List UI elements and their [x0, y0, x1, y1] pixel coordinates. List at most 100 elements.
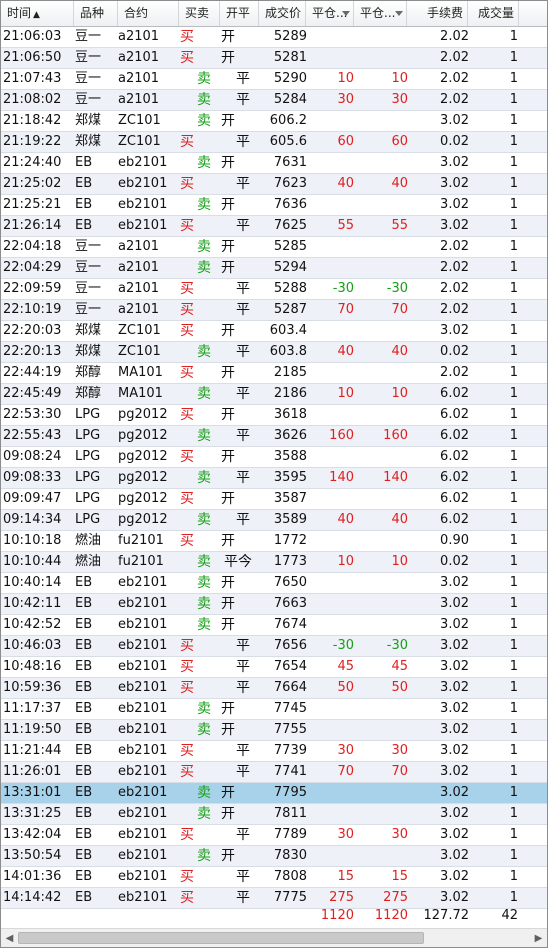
cell-price: 5290: [273, 71, 307, 86]
cell-time: 22:44:19: [3, 365, 62, 380]
table-row[interactable]: 13:31:01 EB eb2101 卖开 7795 3.02 1: [1, 783, 547, 804]
table-row[interactable]: 13:31:25 EB eb2101 卖开 7811 3.02 1: [1, 804, 547, 825]
cell-close-pnl-1: 160: [329, 428, 354, 443]
cell-fee: 6.02: [440, 491, 469, 506]
cell-close-pnl-1: [306, 615, 354, 635]
table-row[interactable]: 13:50:54 EB eb2101 卖开 7830 3.02 1: [1, 846, 547, 867]
table-row[interactable]: 10:10:18 燃油 fu2101 买 开 1772 0.90 1: [1, 531, 547, 552]
cell-product: LPG: [75, 512, 101, 527]
cell-price: 5289: [273, 29, 307, 44]
table-row[interactable]: 21:25:02 EB eb2101 买 平 7623 40 40 3.02 1: [1, 174, 547, 195]
table-row[interactable]: 21:06:50 豆一 a2101 买 开 5281 2.02 1: [1, 48, 547, 69]
cell-close-pnl-1: -30: [332, 281, 354, 296]
cell-close-pnl-2: 30: [391, 92, 408, 107]
cell-close-pnl-1: [306, 27, 354, 47]
cell-close-pnl-1: [306, 153, 354, 173]
table-row[interactable]: 22:09:59 豆一 a2101 买 平 5288 -30 -30 2.02 1: [1, 279, 547, 300]
table-row[interactable]: 09:14:34 LPG pg2012 卖 平 3589 40 40 6.02 1: [1, 510, 547, 531]
column-header-qty[interactable]: 成交量: [468, 1, 519, 26]
column-header-open-close[interactable]: 开平: [220, 1, 259, 26]
cell-close-pnl-2: 60: [391, 134, 408, 149]
cell-side: 买: [180, 638, 194, 654]
table-row[interactable]: 11:17:37 EB eb2101 卖开 7745 3.02 1: [1, 699, 547, 720]
cell-time: 21:19:22: [3, 134, 62, 149]
column-header-fee[interactable]: 手续费: [407, 1, 468, 26]
chevron-down-icon[interactable]: [395, 11, 403, 17]
table-row[interactable]: 22:53:30 LPG pg2012 买 开 3618 6.02 1: [1, 405, 547, 426]
cell-price: 7739: [273, 743, 307, 758]
table-row[interactable]: 13:42:04 EB eb2101 买 平 7789 30 30 3.02 1: [1, 825, 547, 846]
cell-product: 郑煤: [75, 113, 102, 128]
cell-time: 22:20:03: [3, 323, 62, 338]
column-header-side[interactable]: 买卖: [179, 1, 220, 26]
table-row[interactable]: 22:55:43 LPG pg2012 卖 平 3626 160 160 6.02 1: [1, 426, 547, 447]
table-row[interactable]: 10:42:52 EB eb2101 卖开 7674 3.02 1: [1, 615, 547, 636]
table-row[interactable]: 22:44:19 郑醇 MA101 买 开 2185 2.02 1: [1, 363, 547, 384]
column-header-close-pnl-2[interactable]: 平仓...: [354, 1, 407, 26]
cell-contract: eb2101: [118, 218, 168, 233]
table-row[interactable]: 09:08:24 LPG pg2012 买 开 3588 6.02 1: [1, 447, 547, 468]
cell-fee: 0.02: [440, 554, 469, 569]
table-row[interactable]: 22:20:13 郑煤 ZC101 卖 平 603.8 40 40 0.02 1: [1, 342, 547, 363]
table-row[interactable]: 11:21:44 EB eb2101 买 平 7739 30 30 3.02 1: [1, 741, 547, 762]
cell-close-pnl-1: 30: [337, 743, 354, 758]
cell-time: 10:46:03: [3, 638, 62, 653]
table-row[interactable]: 21:26:14 EB eb2101 买 平 7625 55 55 3.02 1: [1, 216, 547, 237]
arrow-right-icon[interactable]: ▶: [531, 931, 546, 946]
table-row[interactable]: 11:26:01 EB eb2101 买 平 7741 70 70 3.02 1: [1, 762, 547, 783]
cell-price: 7636: [273, 197, 307, 212]
cell-close-pnl-2: [354, 405, 408, 425]
cell-time: 09:08:24: [3, 449, 62, 464]
cell-close-pnl-2: 10: [391, 386, 408, 401]
chevron-down-icon[interactable]: [342, 11, 350, 17]
scrollbar-thumb[interactable]: [18, 932, 424, 944]
cell-price: 2185: [273, 365, 307, 380]
table-row[interactable]: 21:06:03 豆一 a2101 买 开 5289 2.02 1: [1, 27, 547, 48]
arrow-left-icon[interactable]: ◀: [2, 931, 17, 946]
table-row[interactable]: 10:59:36 EB eb2101 买 平 7664 50 50 3.02 1: [1, 678, 547, 699]
column-header-contract[interactable]: 合约: [118, 1, 179, 26]
table-row[interactable]: 14:01:36 EB eb2101 买 平 7808 15 15 3.02 1: [1, 867, 547, 888]
cell-qty: 1: [509, 596, 518, 611]
column-header-time[interactable]: 时间 ▲: [1, 1, 74, 26]
table-row[interactable]: 22:20:03 郑煤 ZC101 买 开 603.4 3.02 1: [1, 321, 547, 342]
table-row[interactable]: 21:08:02 豆一 a2101 卖 平 5284 30 30 2.02 1: [1, 90, 547, 111]
cell-close-pnl-1: [306, 321, 354, 341]
cell-contract: eb2101: [118, 764, 168, 779]
table-row[interactable]: 09:08:33 LPG pg2012 卖 平 3595 140 140 6.02 1: [1, 468, 547, 489]
column-header-close-pnl-1[interactable]: 平仓...: [306, 1, 354, 26]
column-header-price[interactable]: 成交价: [259, 1, 306, 26]
horizontal-scrollbar[interactable]: ◀ ▶: [1, 928, 547, 947]
table-row[interactable]: 21:25:21 EB eb2101 卖开 7636 3.02 1: [1, 195, 547, 216]
table-row[interactable]: 21:24:40 EB eb2101 卖开 7631 3.02 1: [1, 153, 547, 174]
cell-open-close: 平: [236, 218, 250, 234]
cell-contract: a2101: [118, 302, 160, 317]
table-row[interactable]: 22:45:49 郑醇 MA101 卖 平 2186 10 10 6.02 1: [1, 384, 547, 405]
table-row[interactable]: 21:07:43 豆一 a2101 卖 平 5290 10 10 2.02 1: [1, 69, 547, 90]
cell-side: 买: [180, 365, 194, 381]
cell-qty: 1: [509, 449, 518, 464]
table-row[interactable]: 21:18:42 郑煤 ZC101 卖开 606.2 3.02 1: [1, 111, 547, 132]
table-row[interactable]: 22:04:18 豆一 a2101 卖开 5285 2.02 1: [1, 237, 547, 258]
cell-open-close: 平: [236, 827, 250, 843]
cell-qty: 1: [509, 134, 518, 149]
table-row[interactable]: 10:42:11 EB eb2101 卖开 7663 3.02 1: [1, 594, 547, 615]
cell-product: EB: [75, 197, 93, 212]
cell-price: 7830: [273, 848, 307, 863]
table-row[interactable]: 10:46:03 EB eb2101 买 平 7656 -30 -30 3.02 1: [1, 636, 547, 657]
cell-time: 13:42:04: [3, 827, 62, 842]
cell-close-pnl-2: [354, 363, 408, 383]
cell-time: 10:42:11: [3, 596, 62, 611]
table-row[interactable]: 09:09:47 LPG pg2012 买 开 3587 6.02 1: [1, 489, 547, 510]
table-row[interactable]: 10:10:44 燃油 fu2101 卖平今 1773 10 10 0.02 1: [1, 552, 547, 573]
table-row[interactable]: 11:19:50 EB eb2101 卖开 7755 3.02 1: [1, 720, 547, 741]
table-row[interactable]: 22:04:29 豆一 a2101 卖开 5294 2.02 1: [1, 258, 547, 279]
table-row[interactable]: 10:40:14 EB eb2101 卖开 7650 3.02 1: [1, 573, 547, 594]
cell-close-pnl-2: [354, 489, 408, 509]
table-row[interactable]: 10:48:16 EB eb2101 买 平 7654 45 45 3.02 1: [1, 657, 547, 678]
cell-qty: 1: [509, 491, 518, 506]
cell-open-close: 平: [236, 302, 250, 318]
table-row[interactable]: 22:10:19 豆一 a2101 买 平 5287 70 70 2.02 1: [1, 300, 547, 321]
table-row[interactable]: 21:19:22 郑煤 ZC101 买 平 605.6 60 60 0.02 1: [1, 132, 547, 153]
column-header-product[interactable]: 品种: [74, 1, 118, 26]
